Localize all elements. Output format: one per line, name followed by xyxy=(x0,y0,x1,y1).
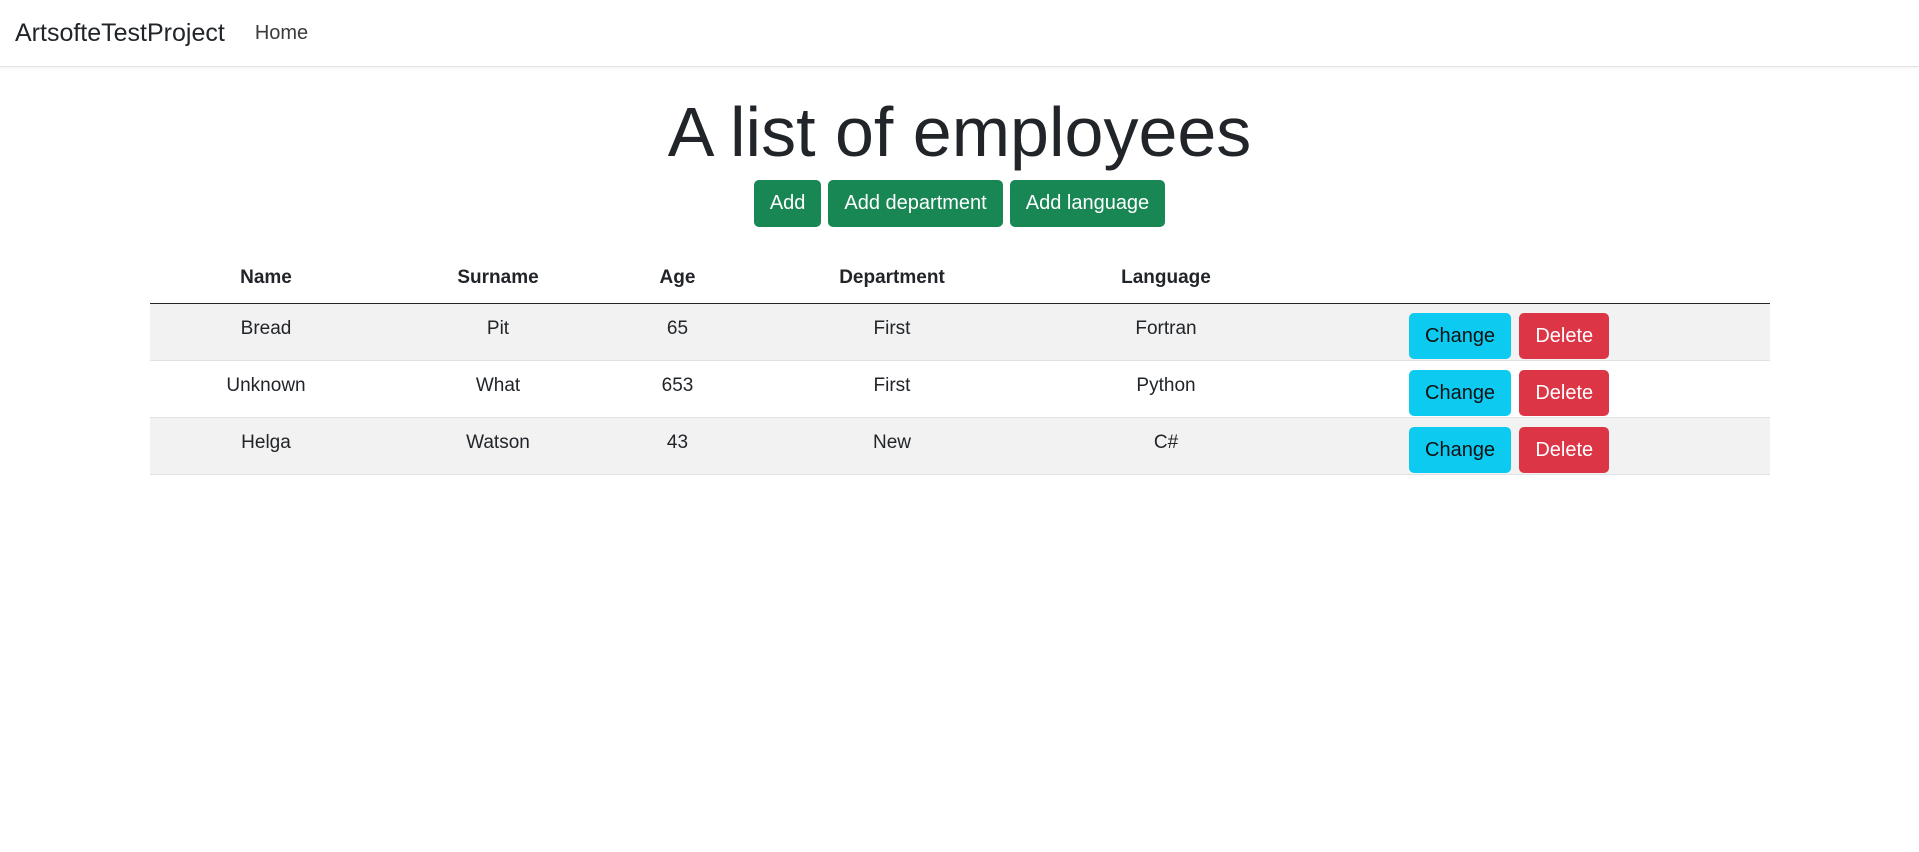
nav-link-home[interactable]: Home xyxy=(255,22,308,45)
column-header-age: Age xyxy=(614,253,741,304)
cell-language: C# xyxy=(1043,417,1289,475)
table-header-row: Name Surname Age Department Language xyxy=(150,253,1770,304)
add-language-button[interactable]: Add language xyxy=(1009,180,1166,227)
delete-button[interactable]: Delete xyxy=(1519,427,1610,473)
cell-name: Unknown xyxy=(150,360,382,418)
cell-surname: Watson xyxy=(382,417,614,475)
cell-name: Helga xyxy=(150,417,382,475)
column-header-language: Language xyxy=(1043,253,1289,304)
cell-age: 43 xyxy=(614,417,741,475)
employees-table: Name Surname Age Department Language Bre… xyxy=(150,253,1770,475)
cell-surname: Pit xyxy=(382,303,614,361)
add-department-button[interactable]: Add department xyxy=(828,180,1003,227)
cell-age: 65 xyxy=(614,303,741,361)
toolbar: Add Add department Add language xyxy=(0,180,1919,227)
cell-age: 653 xyxy=(614,360,741,418)
change-button[interactable]: Change xyxy=(1409,313,1512,359)
column-header-name: Name xyxy=(150,253,382,304)
change-button[interactable]: Change xyxy=(1409,427,1512,473)
cell-actions: Change Delete xyxy=(1289,417,1770,475)
navbar: ArtsofteTestProject Home xyxy=(0,0,1919,67)
table-row: Unknown What 653 First Python Change Del… xyxy=(150,360,1770,418)
cell-actions: Change Delete xyxy=(1289,303,1770,361)
delete-button[interactable]: Delete xyxy=(1519,370,1610,416)
column-header-department: Department xyxy=(741,253,1043,304)
brand-link[interactable]: ArtsofteTestProject xyxy=(15,19,225,48)
table-row: Bread Pit 65 First Fortran Change Delete xyxy=(150,303,1770,361)
add-button[interactable]: Add xyxy=(753,180,822,227)
cell-actions: Change Delete xyxy=(1289,360,1770,418)
column-header-actions xyxy=(1289,253,1770,304)
page-title: A list of employees xyxy=(667,93,1252,171)
cell-name: Bread xyxy=(150,303,382,361)
cell-surname: What xyxy=(382,360,614,418)
employees-table-container: Name Surname Age Department Language Bre… xyxy=(150,253,1770,475)
cell-language: Python xyxy=(1043,360,1289,418)
column-header-surname: Surname xyxy=(382,253,614,304)
cell-department: New xyxy=(741,417,1043,475)
table-row: Helga Watson 43 New C# Change Delete xyxy=(150,417,1770,475)
cell-language: Fortran xyxy=(1043,303,1289,361)
change-button[interactable]: Change xyxy=(1409,370,1512,416)
cell-department: First xyxy=(741,303,1043,361)
delete-button[interactable]: Delete xyxy=(1519,313,1610,359)
cell-department: First xyxy=(741,360,1043,418)
